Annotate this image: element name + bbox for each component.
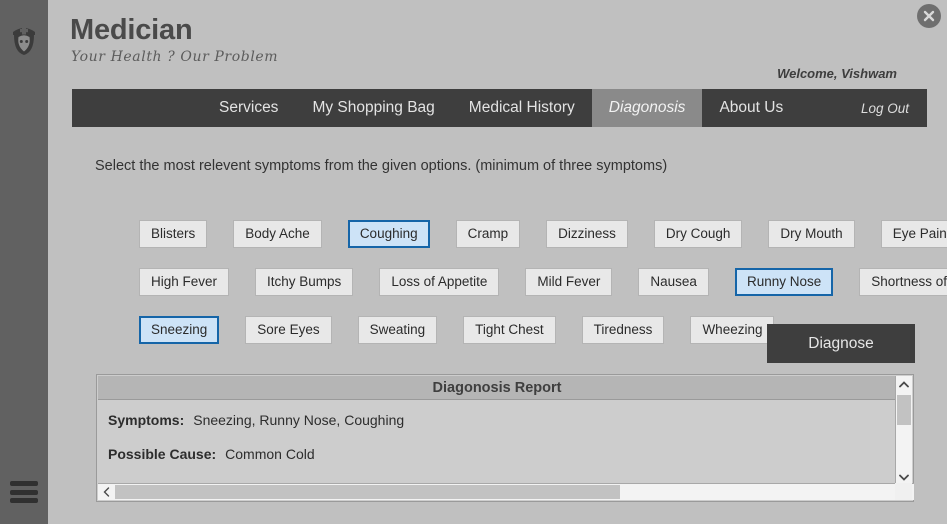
tab-diagonosis[interactable]: Diagonosis: [591, 89, 703, 127]
symptom-button-tiredness[interactable]: Tiredness: [581, 316, 665, 345]
symptom-button-blisters[interactable]: Blisters: [139, 220, 208, 249]
hamburger-bar: [10, 481, 38, 486]
symptom-button-eye-pain[interactable]: Eye Pain: [880, 220, 947, 249]
report-body: Symptoms: Sneezing, Runny Nose, Coughing …: [98, 400, 896, 486]
symptom-button-shortness-of-breath[interactable]: Shortness of Breath: [859, 268, 947, 297]
vertical-scrollbar-thumb[interactable]: [897, 395, 911, 425]
hamburger-menu-icon[interactable]: [10, 481, 38, 503]
report-value: Sneezing, Runny Nose, Coughing: [193, 412, 405, 428]
hamburger-bar: [10, 489, 38, 495]
symptom-button-wheezing[interactable]: Wheezing: [690, 316, 775, 345]
diagnose-button[interactable]: Diagnose: [767, 324, 915, 363]
left-sidebar: [0, 0, 48, 524]
symptom-button-dry-mouth[interactable]: Dry Mouth: [768, 220, 855, 249]
symptom-button-loss-of-appetite[interactable]: Loss of Appetite: [379, 268, 500, 297]
nurse-icon: [8, 22, 40, 56]
instruction-text: Select the most relevent symptoms from t…: [95, 158, 668, 174]
vertical-scrollbar[interactable]: [895, 376, 912, 486]
symptom-button-cramp[interactable]: Cramp: [455, 220, 521, 249]
symptom-button-coughing[interactable]: Coughing: [347, 220, 430, 249]
symptom-button-mild-fever[interactable]: Mild Fever: [525, 268, 613, 297]
hamburger-bar: [10, 498, 38, 503]
symptom-button-dry-cough[interactable]: Dry Cough: [653, 220, 743, 249]
main-navigation: Services My Shopping Bag Medical History…: [72, 89, 927, 127]
tab-services[interactable]: Services: [202, 89, 295, 127]
symptom-button-sneezing[interactable]: Sneezing: [139, 316, 220, 345]
tab-medical-history[interactable]: Medical History: [452, 89, 592, 127]
logout-link[interactable]: Log Out: [851, 89, 927, 127]
symptom-button-tight-chest[interactable]: Tight Chest: [463, 316, 556, 345]
report-row-symptoms: Symptoms: Sneezing, Runny Nose, Coughing: [108, 412, 404, 428]
welcome-message: Welcome, Vishwam: [777, 66, 897, 81]
horizontal-scrollbar[interactable]: [98, 483, 914, 500]
tab-my-shopping-bag[interactable]: My Shopping Bag: [295, 89, 451, 127]
page-title: Medician: [70, 14, 193, 46]
diagnosis-report-panel: Diagonosis Report Symptoms: Sneezing, Run…: [96, 374, 914, 502]
symptom-button-high-fever[interactable]: High Fever: [139, 268, 230, 297]
symptom-row: Blisters Body Ache Coughing Cramp Dizzin…: [139, 220, 947, 249]
symptom-button-body-ache[interactable]: Body Ache: [233, 220, 322, 249]
report-label: Possible Cause:: [108, 446, 217, 462]
report-label: Symptoms:: [108, 412, 185, 428]
symptom-button-itchy-bumps[interactable]: Itchy Bumps: [255, 268, 354, 297]
scroll-up-icon[interactable]: [896, 376, 912, 393]
symptom-button-sweating[interactable]: Sweating: [357, 316, 438, 345]
report-title: Diagonosis Report: [98, 376, 896, 400]
symptom-row: High Fever Itchy Bumps Loss of Appetite …: [139, 268, 947, 297]
scrollbar-corner: [895, 483, 912, 500]
symptom-button-nausea[interactable]: Nausea: [638, 268, 709, 297]
symptom-button-sore-eyes[interactable]: Sore Eyes: [245, 316, 332, 345]
tagline: Your Health ? Our Problem: [71, 49, 279, 65]
report-row-possible-cause: Possible Cause: Common Cold: [108, 446, 315, 462]
report-value: Common Cold: [225, 446, 315, 462]
horizontal-scrollbar-thumb[interactable]: [115, 485, 620, 499]
scroll-left-icon[interactable]: [98, 484, 114, 500]
close-icon[interactable]: [917, 4, 941, 28]
application-window: Medician Your Health ? Our Problem Welco…: [0, 0, 947, 524]
symptom-button-dizziness[interactable]: Dizziness: [546, 220, 628, 249]
symptom-button-runny-nose[interactable]: Runny Nose: [734, 268, 834, 297]
tab-about-us[interactable]: About Us: [702, 89, 800, 127]
